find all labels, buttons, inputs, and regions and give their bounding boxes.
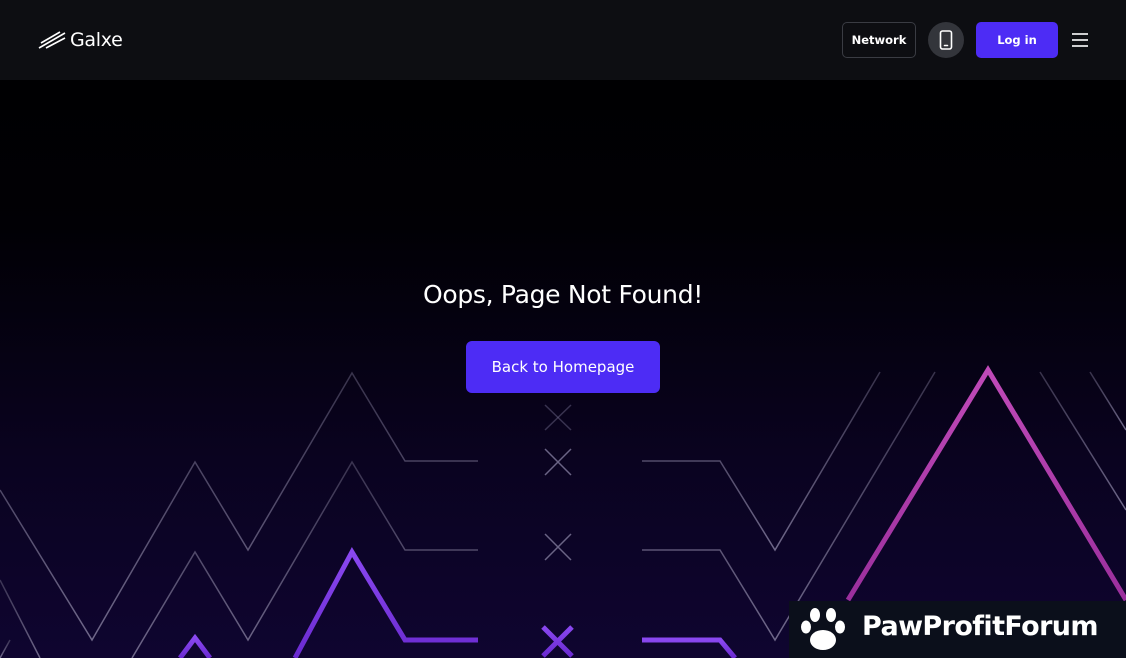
left-gray-lines xyxy=(0,371,478,658)
background-decoration xyxy=(0,365,1126,658)
watermark: PawProfitForum xyxy=(789,601,1126,658)
back-to-homepage-button[interactable]: Back to Homepage xyxy=(466,341,660,393)
smartphone-icon xyxy=(939,30,953,50)
mobile-app-button[interactable] xyxy=(928,22,964,58)
hamburger-menu-icon xyxy=(1072,33,1088,47)
network-button[interactable]: Network xyxy=(842,22,916,58)
right-gray-lines xyxy=(642,371,1126,642)
menu-button[interactable] xyxy=(1069,28,1091,52)
login-button[interactable]: Log in xyxy=(976,22,1058,58)
center-x-marks xyxy=(544,404,572,561)
galxe-logo[interactable]: Galxe xyxy=(38,27,123,53)
top-nav-bar: Galxe Network Log in xyxy=(0,0,1126,80)
paw-icon xyxy=(801,608,845,650)
page-root: Galxe Network Log in Oops, Page Not Foun… xyxy=(0,0,1126,658)
pink-triangle xyxy=(845,365,1126,602)
galxe-logo-icon xyxy=(38,31,66,49)
page-title: Oops, Page Not Found! xyxy=(422,280,704,309)
purple-accent-lines xyxy=(178,546,737,658)
logo-text: Galxe xyxy=(70,29,123,51)
watermark-text: PawProfitForum xyxy=(862,611,1099,642)
